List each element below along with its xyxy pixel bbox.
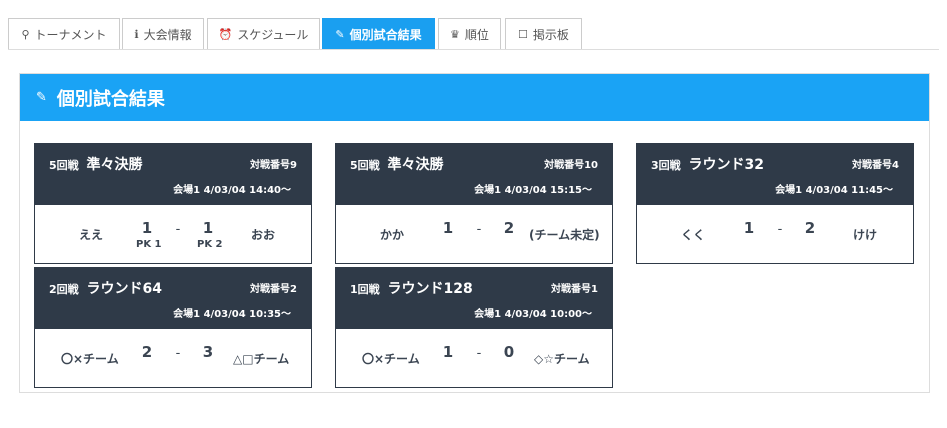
match-score-row: ええ 1 - 1 おお PK 1 PK 2 — [35, 205, 311, 263]
tab-tournament-info[interactable]: ℹ 大会情報 — [122, 18, 204, 49]
match-score-row: くく 1 - 2 けけ — [637, 205, 913, 263]
home-team: 〇×チーム — [61, 352, 119, 366]
round-name: ラウンド64 — [86, 281, 163, 297]
venue-datetime: 会場1 4/03/04 10:00〜 — [474, 309, 592, 320]
clock-icon: ⏰ — [218, 27, 233, 41]
away-team: △□チーム — [233, 352, 290, 366]
tab-bar: ⚲ トーナメント ℹ 大会情報 ⏰ スケジュール ✎ 個別試合結果 ♛ 順位 ☐… — [8, 18, 939, 50]
match-card-header: 2回戦 ラウンド64 対戦番号2 会場1 4/03/04 10:35〜 — [35, 268, 311, 329]
bracket-icon: ⚲ — [21, 27, 30, 41]
match-card[interactable]: 1回戦 ラウンド128 対戦番号1 会場1 4/03/04 10:00〜 〇×チ… — [335, 267, 613, 388]
match-card[interactable]: 5回戦 準々決勝 対戦番号10 会場1 4/03/04 15:15〜 かか 1 … — [335, 143, 613, 264]
tab-label: 個別試合結果 — [349, 27, 422, 42]
match-card-header: 1回戦 ラウンド128 対戦番号1 会場1 4/03/04 10:00〜 — [336, 268, 612, 329]
match-number: 対戦番号1 — [551, 284, 598, 295]
tab-label: 大会情報 — [143, 27, 192, 42]
away-team: おお — [251, 228, 276, 242]
match-number: 対戦番号4 — [852, 160, 899, 171]
away-score: 2 — [804, 219, 816, 237]
score-separator: - — [777, 222, 783, 237]
round-label: 1回戦 ラウンド128 — [350, 278, 473, 298]
round-number: 3回戦 — [651, 159, 681, 172]
match-score-row: 〇×チーム 2 - 3 △□チーム — [35, 329, 311, 387]
round-label: 3回戦 ラウンド32 — [651, 154, 764, 174]
match-number: 対戦番号10 — [544, 160, 598, 171]
tab-tournament[interactable]: ⚲ トーナメント — [8, 18, 120, 49]
venue-datetime: 会場1 4/03/04 15:15〜 — [474, 185, 592, 196]
round-label: 5回戦 準々決勝 — [350, 154, 444, 174]
round-name: 準々決勝 — [86, 157, 143, 173]
round-number: 5回戦 — [49, 159, 79, 172]
round-number: 1回戦 — [350, 283, 380, 296]
away-score: 2 — [503, 219, 515, 237]
away-score: 0 — [503, 343, 515, 361]
panel-header: ✎ 個別試合結果 — [20, 74, 929, 121]
match-number: 対戦番号2 — [250, 284, 297, 295]
home-pk-score: PK 1 — [136, 239, 162, 250]
home-team: かか — [380, 228, 405, 242]
home-score: 1 — [442, 219, 454, 237]
away-team: ◇☆チーム — [534, 352, 590, 366]
round-number: 2回戦 — [49, 283, 79, 296]
match-card[interactable]: 2回戦 ラウンド64 対戦番号2 会場1 4/03/04 10:35〜 〇×チー… — [34, 267, 312, 388]
round-name: ラウンド32 — [688, 157, 765, 173]
score-separator: - — [476, 222, 482, 237]
venue-datetime: 会場1 4/03/04 11:45〜 — [775, 185, 893, 196]
match-score-row: 〇×チーム 1 - 0 ◇☆チーム — [336, 329, 612, 387]
match-card-header: 3回戦 ラウンド32 対戦番号4 会場1 4/03/04 11:45〜 — [637, 144, 913, 205]
home-team: ええ — [79, 228, 104, 242]
home-score: 2 — [141, 343, 153, 361]
away-team: けけ — [853, 228, 878, 242]
trophy-icon: ♛ — [450, 27, 460, 41]
tab-label: 順位 — [464, 27, 489, 42]
panel-title: 個別試合結果 — [56, 88, 165, 110]
match-card-header: 5回戦 準々決勝 対戦番号9 会場1 4/03/04 14:40〜 — [35, 144, 311, 205]
round-label: 5回戦 準々決勝 — [49, 154, 143, 174]
tab-label: トーナメント — [34, 27, 107, 42]
tab-match-results[interactable]: ✎ 個別試合結果 — [322, 18, 435, 49]
round-name: ラウンド128 — [387, 281, 473, 297]
away-score: 1 — [202, 219, 214, 237]
match-card[interactable]: 3回戦 ラウンド32 対戦番号4 会場1 4/03/04 11:45〜 くく 1… — [636, 143, 914, 264]
pencil-icon: ✎ — [36, 90, 47, 105]
home-score: 1 — [141, 219, 153, 237]
away-pk-score: PK 2 — [197, 239, 223, 250]
tab-bulletin-board[interactable]: ☐ 掲示板 — [505, 18, 582, 49]
round-number: 5回戦 — [350, 159, 380, 172]
home-score: 1 — [442, 343, 454, 361]
match-results-panel: ✎ 個別試合結果 5回戦 準々決勝 対戦番号9 会場1 4/03/04 14:4… — [19, 73, 930, 393]
venue-datetime: 会場1 4/03/04 10:35〜 — [173, 309, 291, 320]
match-card-header: 5回戦 準々決勝 対戦番号10 会場1 4/03/04 15:15〜 — [336, 144, 612, 205]
match-card[interactable]: 5回戦 準々決勝 対戦番号9 会場1 4/03/04 14:40〜 ええ 1 -… — [34, 143, 312, 264]
tab-standings[interactable]: ♛ 順位 — [438, 18, 501, 49]
score-separator: - — [476, 346, 482, 361]
round-label: 2回戦 ラウンド64 — [49, 278, 162, 298]
comment-icon: ☐ — [518, 27, 528, 41]
home-team: 〇×チーム — [362, 352, 420, 366]
tab-label: スケジュール — [237, 27, 309, 42]
match-score-row: かか 1 - 2 (チーム未定) — [336, 205, 612, 263]
tab-schedule[interactable]: ⏰ スケジュール — [207, 18, 320, 49]
home-score: 1 — [743, 219, 755, 237]
pencil-icon: ✎ — [335, 27, 345, 41]
score-separator: - — [175, 222, 181, 237]
match-number: 対戦番号9 — [250, 160, 297, 171]
away-team: (チーム未定) — [529, 228, 600, 242]
home-team: くく — [681, 228, 706, 242]
info-icon: ℹ — [134, 27, 139, 41]
score-separator: - — [175, 346, 181, 361]
away-score: 3 — [202, 343, 214, 361]
round-name: 準々決勝 — [387, 157, 444, 173]
venue-datetime: 会場1 4/03/04 14:40〜 — [173, 185, 291, 196]
tab-label: 掲示板 — [532, 27, 569, 42]
